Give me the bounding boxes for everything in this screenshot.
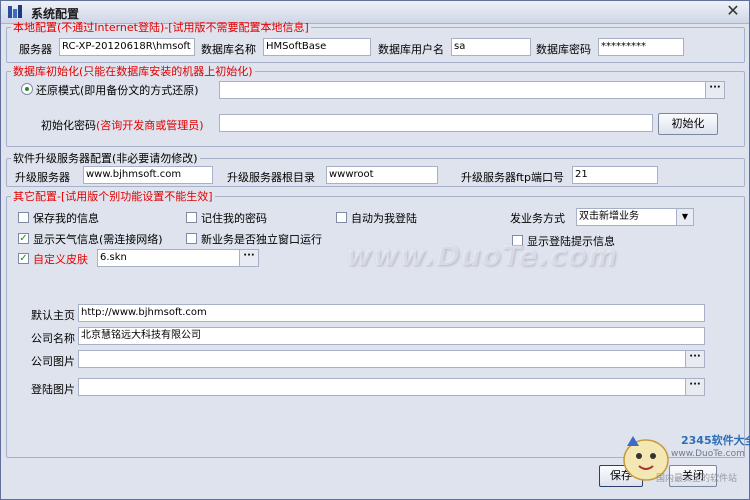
app-icon	[8, 5, 22, 18]
restore-file-input[interactable]: ···	[219, 81, 725, 99]
dbuser-label: 数据库用户名	[378, 43, 444, 56]
upgrade-legend: 软件升级服务器配置(非必要请勿修改)	[13, 152, 198, 165]
init-pwd-label: 初始化密码(咨询开发商或管理员)	[41, 119, 204, 132]
company-pic-label: 公司图片	[31, 355, 75, 368]
browse-restore-button[interactable]: ···	[705, 82, 724, 98]
init-pwd-input[interactable]	[219, 114, 653, 132]
server-input[interactable]: RC-XP-20120618R\hmsoft	[59, 38, 195, 56]
browse-company-pic-button[interactable]: ···	[685, 351, 704, 367]
radio-dot-icon	[25, 87, 29, 91]
custom-skin-label[interactable]: 自定义皮肤	[33, 251, 88, 267]
upgrade-port-input[interactable]: 21	[572, 166, 658, 184]
chevron-down-icon[interactable]: ▼	[676, 209, 693, 225]
remember-pwd-label[interactable]: 记住我的密码	[201, 210, 267, 226]
url-watermark: www.DuoTe.com	[671, 449, 745, 459]
save-info-label[interactable]: 保存我的信息	[33, 210, 99, 226]
company-name-input[interactable]: 北京慧铭远大科技有限公司	[78, 327, 705, 345]
dbuser-input[interactable]: sa	[451, 38, 531, 56]
browse-skin-button[interactable]: ···	[239, 250, 258, 266]
close-icon[interactable]: ✕	[725, 3, 741, 19]
site-watermark: www.DuoTe.com	[346, 239, 618, 272]
save-info-checkbox[interactable]	[18, 212, 29, 223]
upgrade-port-label: 升级服务器ftp端口号	[461, 171, 564, 184]
issue-mode-label: 发业务方式	[510, 212, 565, 225]
new-window-label[interactable]: 新业务是否独立窗口运行	[201, 231, 322, 247]
dbname-input[interactable]: HMSoftBase	[263, 38, 371, 56]
dbpwd-label: 数据库密码	[536, 43, 591, 56]
show-weather-checkbox[interactable]: ✓	[18, 233, 29, 244]
init-button[interactable]: 初始化	[658, 113, 718, 135]
db-init-legend: 数据库初始化(只能在数据库安装的机器上初始化)	[13, 65, 253, 78]
homepage-input[interactable]: http://www.bjhmsoft.com	[78, 304, 705, 322]
auto-login-checkbox[interactable]	[336, 212, 347, 223]
upgrade-root-input[interactable]: wwwroot	[326, 166, 438, 184]
homepage-label: 默认主页	[31, 309, 75, 322]
company-pic-input[interactable]: ···	[78, 350, 705, 368]
new-window-checkbox[interactable]	[186, 233, 197, 244]
dbpwd-input[interactable]: *********	[598, 38, 684, 56]
login-pic-input[interactable]: ···	[78, 378, 705, 396]
upgrade-server-input[interactable]: www.bjhmsoft.com	[83, 166, 213, 184]
issue-mode-select[interactable]: 双击新增业务 ▼	[576, 208, 694, 226]
company-name-label: 公司名称	[31, 332, 75, 345]
remember-pwd-checkbox[interactable]	[186, 212, 197, 223]
show-weather-label[interactable]: 显示天气信息(需连接网络)	[33, 231, 163, 247]
upgrade-server-label: 升级服务器	[15, 171, 70, 184]
db-init-group: 数据库初始化(只能在数据库安装的机器上初始化)	[6, 63, 745, 147]
local-config-legend: 本地配置(不通过Internet登陆)-[试用版不需要配置本地信息]	[13, 21, 309, 34]
restore-mode-radio[interactable]	[21, 83, 33, 95]
upgrade-root-label: 升级服务器根目录	[227, 171, 315, 184]
auto-login-label[interactable]: 自动为我登陆	[351, 210, 417, 226]
skin-file-input[interactable]: 6.skn ···	[97, 249, 259, 267]
server-label: 服务器	[19, 43, 52, 56]
custom-skin-checkbox[interactable]: ✓	[18, 253, 29, 264]
brand-watermark: 2345软件大全	[681, 434, 750, 447]
browse-login-pic-button[interactable]: ···	[685, 379, 704, 395]
login-pic-label: 登陆图片	[31, 383, 75, 396]
restore-mode-label[interactable]: 还原模式(即用备份文的方式还原)	[36, 82, 199, 98]
config-window: 系统配置 ✕ 本地配置(不通过Internet登陆)-[试用版不需要配置本地信息…	[0, 0, 750, 500]
sub-watermark: 国内最安全的软件站	[656, 474, 738, 484]
dbname-label: 数据库名称	[201, 43, 256, 56]
other-config-group: 其它配置-[试用版个别功能设置不能生效]	[6, 188, 745, 458]
other-config-legend: 其它配置-[试用版个别功能设置不能生效]	[13, 190, 213, 203]
